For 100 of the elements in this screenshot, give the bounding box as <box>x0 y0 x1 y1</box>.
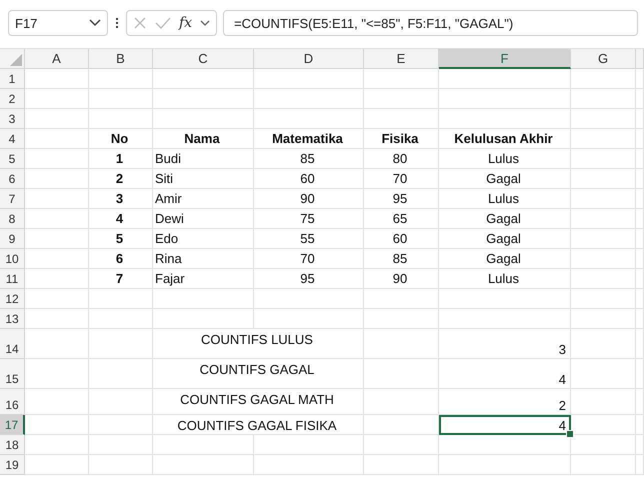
column-header[interactable]: G <box>571 49 636 69</box>
grid-cell[interactable] <box>636 189 644 209</box>
row-header[interactable]: 6 <box>0 169 25 189</box>
grid-cell[interactable] <box>571 389 636 415</box>
grid-cell[interactable] <box>636 329 644 359</box>
row-header[interactable]: 4 <box>0 129 25 149</box>
grid-cell[interactable] <box>636 389 644 415</box>
formula-field[interactable]: =COUNTIFS(E5:E11, "<=85", F5:F11, "GAGAL") <box>223 10 638 36</box>
column-header[interactable]: B <box>89 49 153 69</box>
row-header[interactable]: 16 <box>0 389 25 415</box>
grid-cell[interactable] <box>89 69 153 89</box>
grid-cell[interactable] <box>25 149 89 169</box>
column-header[interactable]: C <box>153 49 254 69</box>
grid-cell[interactable] <box>254 455 364 475</box>
insert-function-button[interactable]: fx <box>179 15 192 31</box>
row-header[interactable]: 10 <box>0 249 25 269</box>
grid-cell[interactable] <box>439 289 571 309</box>
grid-cell[interactable] <box>89 309 153 329</box>
grid-cell[interactable] <box>571 309 636 329</box>
grid-cell[interactable] <box>571 289 636 309</box>
column-header[interactable] <box>636 49 644 69</box>
grid-cell[interactable] <box>25 269 89 289</box>
grid-cell[interactable] <box>571 209 636 229</box>
grid-cell[interactable] <box>25 329 89 359</box>
grid-cell[interactable] <box>254 309 364 329</box>
grid-cell[interactable] <box>571 435 636 455</box>
grid-cell[interactable] <box>254 435 364 455</box>
row-header[interactable]: 7 <box>0 189 25 209</box>
grid-cell[interactable] <box>25 415 89 435</box>
grid-cell[interactable] <box>439 309 571 329</box>
row-header[interactable]: 17 <box>0 415 25 435</box>
grid-cell[interactable] <box>439 89 571 109</box>
row-header[interactable]: 12 <box>0 289 25 309</box>
grid-cell[interactable] <box>571 269 636 289</box>
grid-cell[interactable] <box>25 359 89 389</box>
grid-cell[interactable] <box>153 69 254 89</box>
grid-cell[interactable] <box>636 359 644 389</box>
grid-cell[interactable] <box>364 309 439 329</box>
grid-cell[interactable] <box>636 415 644 435</box>
grid-cell[interactable] <box>153 289 254 309</box>
row-header[interactable]: 19 <box>0 455 25 475</box>
chevron-icon[interactable] <box>200 20 210 26</box>
grid-cell[interactable] <box>25 289 89 309</box>
select-all-corner[interactable] <box>0 49 25 69</box>
grid-cell[interactable] <box>364 289 439 309</box>
grid-cell[interactable] <box>89 389 153 415</box>
name-box[interactable]: F17 <box>8 10 108 36</box>
grid-cell[interactable] <box>25 249 89 269</box>
grid-cell[interactable] <box>25 309 89 329</box>
grid-cell[interactable] <box>25 455 89 475</box>
grid-cell[interactable] <box>364 89 439 109</box>
grid-cell[interactable] <box>364 359 439 389</box>
grid-cell[interactable] <box>636 169 644 189</box>
cancel-icon[interactable] <box>133 16 147 30</box>
grid-cell[interactable] <box>364 435 439 455</box>
grid-cell[interactable] <box>571 329 636 359</box>
grid-cell[interactable] <box>636 455 644 475</box>
grid-cell[interactable] <box>571 169 636 189</box>
more-icon[interactable] <box>114 18 120 28</box>
grid-cell[interactable] <box>571 249 636 269</box>
row-header[interactable]: 18 <box>0 435 25 455</box>
grid-cell[interactable] <box>25 435 89 455</box>
grid-cell[interactable] <box>25 229 89 249</box>
row-header[interactable]: 5 <box>0 149 25 169</box>
grid-cell[interactable] <box>636 109 644 129</box>
grid-cell[interactable] <box>571 415 636 435</box>
grid-cell[interactable] <box>254 89 364 109</box>
grid-cell[interactable] <box>636 89 644 109</box>
grid-cell[interactable] <box>571 149 636 169</box>
grid-cell[interactable] <box>153 435 254 455</box>
row-header[interactable]: 13 <box>0 309 25 329</box>
row-header[interactable]: 11 <box>0 269 25 289</box>
grid-cell[interactable] <box>636 229 644 249</box>
grid-cell[interactable] <box>571 189 636 209</box>
grid-cell[interactable] <box>636 309 644 329</box>
grid-cell[interactable] <box>89 359 153 389</box>
column-header[interactable]: F <box>439 49 571 69</box>
grid-cell[interactable] <box>25 89 89 109</box>
grid-cell[interactable] <box>439 435 571 455</box>
grid-cell[interactable] <box>636 289 644 309</box>
grid-cell[interactable] <box>25 389 89 415</box>
grid-cell[interactable] <box>89 415 153 435</box>
grid-cell[interactable] <box>25 169 89 189</box>
check-icon[interactable] <box>155 16 171 30</box>
column-header[interactable]: A <box>25 49 89 69</box>
grid-cell[interactable] <box>636 209 644 229</box>
grid-cell[interactable] <box>571 89 636 109</box>
grid-cell[interactable] <box>364 415 439 435</box>
grid-cell[interactable] <box>571 109 636 129</box>
grid-cell[interactable] <box>25 189 89 209</box>
row-header[interactable]: 15 <box>0 359 25 389</box>
row-header[interactable]: 2 <box>0 89 25 109</box>
grid-cell[interactable] <box>254 289 364 309</box>
grid-cell[interactable] <box>25 109 89 129</box>
grid-cell[interactable] <box>254 109 364 129</box>
grid-cell[interactable] <box>254 69 364 89</box>
grid-cell[interactable] <box>364 329 439 359</box>
grid-cell[interactable] <box>571 129 636 149</box>
grid-cell[interactable] <box>25 209 89 229</box>
grid-cell[interactable] <box>89 289 153 309</box>
